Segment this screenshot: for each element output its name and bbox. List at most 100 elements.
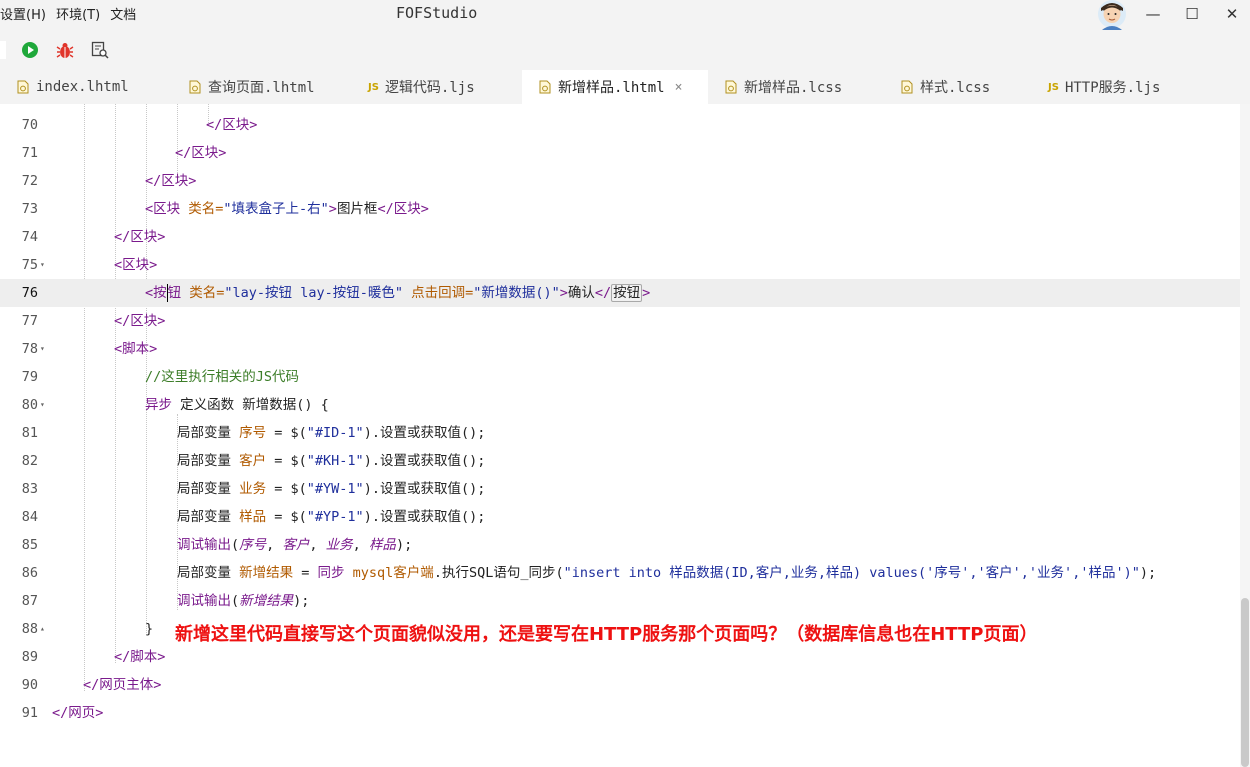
line-number: 77 [21, 313, 38, 329]
menu-settings[interactable]: 设置(H) [0, 8, 46, 23]
tab-2[interactable]: JS 逻辑代码.ljs [352, 70, 522, 104]
fold-open-icon[interactable]: ▾ [40, 391, 45, 419]
code-line[interactable]: 77 </区块> [0, 307, 1240, 335]
code-token: <区块> [114, 257, 158, 273]
code-line[interactable]: 71 </区块> [0, 139, 1240, 167]
code-token: "#YW-1" [306, 481, 364, 497]
code-token: 序号 [239, 537, 267, 553]
tab-close-icon[interactable]: × [675, 80, 683, 95]
code-token: 确认 [567, 285, 595, 301]
code-text: </脚本> [114, 643, 165, 671]
code-token: ).设置或获取值(); [363, 453, 486, 469]
fold-open-icon[interactable]: ▾ [40, 251, 45, 279]
code-token: 按钮 [611, 284, 643, 302]
line-number: 79 [21, 369, 38, 385]
code-text: </区块> [206, 111, 257, 139]
code-line[interactable]: 87 调试输出(新增结果); [0, 587, 1240, 615]
code-token: </ [594, 285, 612, 301]
scrollbar-thumb[interactable] [1241, 598, 1249, 767]
code-line[interactable]: 83 局部变量 业务 = $("#YW-1").设置或获取值(); [0, 475, 1240, 503]
line-number: 83 [21, 481, 38, 497]
code-text: </网页主体> [83, 671, 161, 699]
fold-close-icon[interactable]: ▴ [40, 615, 45, 643]
tab-label: 逻辑代码.ljs [384, 80, 475, 96]
code-line[interactable]: 89 </脚本> [0, 643, 1240, 671]
line-number: 74 [21, 229, 38, 245]
tab-3[interactable]: 新增样品.lhtml × [522, 70, 708, 104]
code-token: , [352, 537, 369, 553]
file-icon [17, 80, 29, 94]
code-token: , [266, 537, 283, 553]
code-line[interactable]: 86 局部变量 新增结果 = 同步 mysql客户端.执行SQL语句_同步("in… [0, 559, 1240, 587]
code-text: 调试输出(序号, 客户, 业务, 样品); [177, 531, 412, 559]
fold-open-icon[interactable]: ▾ [40, 335, 45, 363]
code-text: } [145, 615, 153, 643]
code-text: 局部变量 序号 = $("#ID-1").设置或获取值(); [177, 419, 485, 447]
code-text: </区块> [175, 139, 226, 167]
tab-5[interactable]: 样式.lcss [884, 70, 1032, 104]
code-line[interactable]: 79 //这里执行相关的JS代码 [0, 363, 1240, 391]
code-line[interactable]: 73 <区块 类名="填表盒子上-右">图片框</区块> [0, 195, 1240, 223]
code-text: 局部变量 业务 = $("#YW-1").设置或获取值(); [177, 475, 485, 503]
code-token: ); [293, 593, 310, 609]
code-line[interactable]: 90 </网页主体> [0, 671, 1240, 699]
file-icon [901, 80, 913, 94]
code-token: ( [231, 593, 240, 609]
debug-icon[interactable] [56, 41, 74, 59]
code-token: ); [395, 537, 413, 553]
code-editor[interactable]: 70 </区块> 71 </区块> 72 </区块> 73 <区块 类名="填表盒子上-右">… [0, 104, 1240, 767]
code-line[interactable]: 70 </区块> [0, 111, 1240, 139]
code-token: 序号 [239, 425, 267, 441]
tab-4[interactable]: 新增样品.lcss [708, 70, 884, 104]
menu-environment[interactable]: 环境(T) [56, 8, 100, 23]
code-text: </网页> [52, 699, 103, 727]
code-token: 样品 [239, 509, 267, 525]
code-token: 新增结果 [239, 593, 294, 609]
code-token: 类名= [188, 201, 224, 217]
vertical-scrollbar[interactable] [1240, 104, 1250, 767]
code-text: <区块 类名="填表盒子上-右">图片框</区块> [145, 195, 429, 223]
line-number: 84 [21, 509, 38, 525]
code-token: <按 [145, 285, 167, 301]
code-line[interactable]: 85 调试输出(序号, 客户, 业务, 样品); [0, 531, 1240, 559]
code-token: "insert into 样品数据(ID,客户,业务,样品) values('序… [563, 565, 1140, 581]
code-token: 同步 [317, 565, 353, 581]
close-window-button[interactable]: ✕ [1221, 4, 1243, 24]
code-token: 局部变量 [177, 425, 240, 441]
code-token: 业务 [239, 481, 267, 497]
toolbar [0, 30, 1250, 70]
title-bar: 设置(H) 环境(T) 文档 FOFStudio — ☐ ✕ [0, 0, 1250, 30]
tab-0[interactable]: index.lhtml [0, 70, 172, 104]
code-line[interactable]: 76 <按钮 类名="lay-按钮 lay-按钮-暖色" 点击回调="新增数据()… [0, 279, 1240, 307]
code-line[interactable]: 78 ▾ <脚本> [0, 335, 1240, 363]
code-token: <脚本> [114, 341, 158, 357]
inspect-icon[interactable] [91, 41, 109, 59]
run-icon[interactable] [21, 41, 39, 59]
maximize-button[interactable]: ☐ [1181, 4, 1203, 24]
code-line[interactable]: 91 </网页> [0, 699, 1240, 727]
tab-label: 新增样品.lhtml [558, 80, 665, 96]
code-token: > [328, 201, 337, 217]
code-token: </区块> [145, 173, 197, 189]
code-token: } [145, 621, 154, 637]
app-title: FOFStudio [396, 4, 478, 22]
code-line[interactable]: 74 </区块> [0, 223, 1240, 251]
code-line[interactable]: 72 </区块> [0, 167, 1240, 195]
code-line[interactable]: 75 ▾ <区块> [0, 251, 1240, 279]
code-text: </区块> [114, 223, 165, 251]
code-text: 调试输出(新增结果); [177, 587, 309, 615]
code-line[interactable]: 81 局部变量 序号 = $("#ID-1").设置或获取值(); [0, 419, 1240, 447]
menu-docs[interactable]: 文档 [110, 8, 136, 23]
code-text: </区块> [145, 167, 196, 195]
tab-6[interactable]: JS HTTP服务.ljs [1032, 70, 1210, 104]
code-token: ); [1139, 565, 1157, 581]
minimize-button[interactable]: — [1142, 4, 1164, 24]
code-token: 钮 [167, 285, 190, 301]
tab-1[interactable]: 查询页面.lhtml [172, 70, 352, 104]
code-line[interactable]: 84 局部变量 样品 = $("#YP-1").设置或获取值(); [0, 503, 1240, 531]
line-number: 85 [21, 537, 38, 553]
code-line[interactable]: 80 ▾ 异步 定义函数 新增数据() { [0, 391, 1240, 419]
code-line[interactable]: 82 局部变量 客户 = $("#KH-1").设置或获取值(); [0, 447, 1240, 475]
user-avatar-icon[interactable] [1095, 0, 1129, 30]
line-number: 76 [21, 285, 38, 301]
